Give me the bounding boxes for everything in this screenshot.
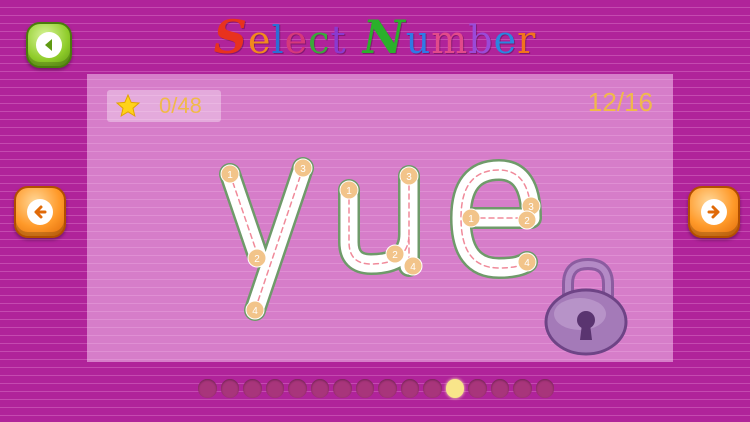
svg-text:2: 2	[254, 254, 260, 265]
marker-u-2: 2	[385, 244, 405, 264]
svg-text:2: 2	[392, 250, 398, 261]
marker-u-3: 3	[399, 166, 419, 186]
title-letter: t	[330, 18, 347, 62]
page-dot[interactable]	[265, 379, 284, 398]
page-dot[interactable]	[355, 379, 374, 398]
page-title: Select Number	[0, 12, 750, 62]
page-dot[interactable]	[490, 379, 509, 398]
page-indicator	[198, 379, 554, 399]
back-arrow-icon	[36, 32, 62, 58]
letter-y[interactable]	[219, 157, 314, 321]
page-dot[interactable]	[310, 379, 329, 398]
marker-e-1: 1	[461, 208, 481, 228]
svg-text:3: 3	[406, 172, 412, 183]
marker-y-2: 2	[247, 248, 267, 268]
marker-y-3: 3	[293, 158, 313, 178]
marker-u-1: 1	[339, 180, 359, 200]
page-dot-active[interactable]	[445, 379, 464, 398]
marker-y-4: 4	[245, 300, 265, 320]
title-letter: m	[431, 18, 469, 62]
page-dot[interactable]	[198, 379, 217, 398]
title-letter: e	[247, 18, 272, 62]
svg-text:1: 1	[227, 170, 233, 181]
previous-button[interactable]	[14, 186, 66, 238]
page-dot[interactable]	[423, 379, 442, 398]
title-letter: e	[284, 18, 309, 62]
title-letter: u	[405, 18, 432, 62]
tracing-board: 0/48 12/16 1 3 2 4 1 3 2 4 1 3 2 4	[87, 74, 673, 362]
title-letter: N	[362, 10, 406, 64]
right-arrow-icon	[701, 199, 727, 225]
svg-text:3: 3	[300, 164, 306, 175]
page-dot[interactable]	[243, 379, 262, 398]
svg-text:4: 4	[410, 262, 416, 273]
svg-text:1: 1	[346, 186, 352, 197]
page-dot[interactable]	[535, 379, 554, 398]
title-letter: S	[213, 10, 248, 64]
page-dot[interactable]	[468, 379, 487, 398]
svg-text:4: 4	[524, 258, 530, 269]
svg-text:2: 2	[524, 216, 530, 227]
marker-e-2: 2	[517, 210, 537, 230]
marker-y-1: 1	[220, 164, 240, 184]
title-letter: c	[308, 18, 331, 62]
title-letter: l	[271, 18, 285, 62]
next-button[interactable]	[688, 186, 740, 238]
page-dot[interactable]	[220, 379, 239, 398]
page-dot[interactable]	[378, 379, 397, 398]
title-letter: r	[517, 18, 537, 62]
page-dot[interactable]	[400, 379, 419, 398]
page-dot[interactable]	[333, 379, 352, 398]
title-letter: b	[468, 18, 494, 62]
page-dot[interactable]	[513, 379, 532, 398]
page-dot[interactable]	[288, 379, 307, 398]
title-letter: e	[493, 18, 518, 62]
svg-text:1: 1	[468, 214, 474, 225]
svg-text:4: 4	[252, 306, 258, 317]
left-arrow-icon	[27, 199, 53, 225]
marker-u-4: 4	[403, 256, 423, 276]
back-button[interactable]	[26, 22, 72, 68]
padlock-icon[interactable]	[534, 254, 638, 358]
